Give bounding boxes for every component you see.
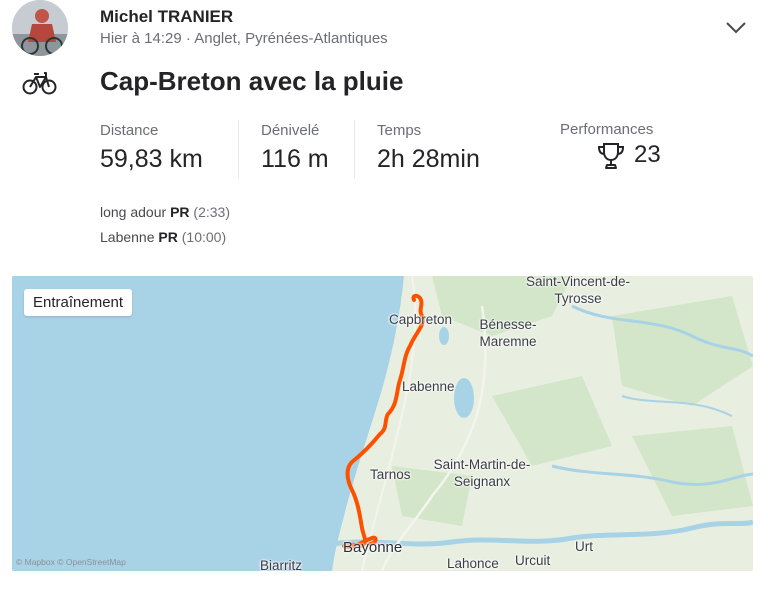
pr-row[interactable]: Labenne PR (10:00) [100,229,226,245]
pr-time: (2:33) [193,204,230,220]
stat-divider [238,120,239,178]
activity-meta: Hier à 14:29 · Anglet, Pyrénées-Atlantiq… [100,30,388,47]
stat-value: 2h 28min [377,145,480,173]
athlete-avatar[interactable] [12,0,68,56]
place-label: Urcuit [515,553,551,568]
stat-distance: Distance 59,83 km [100,122,203,174]
route-map[interactable]: Entraînement Saint-Vincent-de-Tyrosse Ca… [12,276,753,571]
place-label: Urt [575,539,593,554]
place-label: Bayonne [343,539,403,556]
segment-name[interactable]: long adour [100,204,166,220]
map-attribution[interactable]: © Mapbox © OpenStreetMap [16,557,126,567]
pr-time: (10:00) [181,229,227,245]
place-label: Capbreton [389,312,453,327]
stat-divider [354,120,355,178]
stat-label: Distance [100,122,159,139]
map-type-badge: Entraînement [24,289,133,316]
stat-label: Temps [377,122,422,139]
place-label: Saint-Vincent-de-Tyrosse [525,276,631,306]
performances-label: Performances [560,121,654,138]
stat-elevation: Dénivelé 116 m [261,122,329,174]
place-label: Labenne [402,379,455,394]
stat-value: 116 m [261,145,329,173]
stat-time: Temps 2h 28min [377,122,480,174]
place-label: Bénesse-Maremne [479,317,537,349]
pr-badge: PR [170,204,190,220]
chevron-down-icon[interactable] [724,16,748,38]
bicycle-icon [22,70,58,96]
performances-count[interactable]: 23 [634,141,661,169]
athlete-name[interactable]: Michel TRANIER [100,7,233,27]
pr-row[interactable]: long adour PR (2:33) [100,204,230,220]
place-label: Tarnos [370,467,411,482]
stat-value: 59,83 km [100,145,203,173]
activity-title[interactable]: Cap-Breton avec la pluie [100,66,403,97]
place-label: Biarritz [260,558,303,571]
pr-badge: PR [158,229,178,245]
trophy-icon[interactable] [595,140,627,172]
place-label: Lahonce [447,556,499,571]
segment-name[interactable]: Labenne [100,229,155,245]
place-label: Saint-Martin-de-Seignanx [433,457,531,489]
stat-label: Dénivelé [261,122,320,139]
